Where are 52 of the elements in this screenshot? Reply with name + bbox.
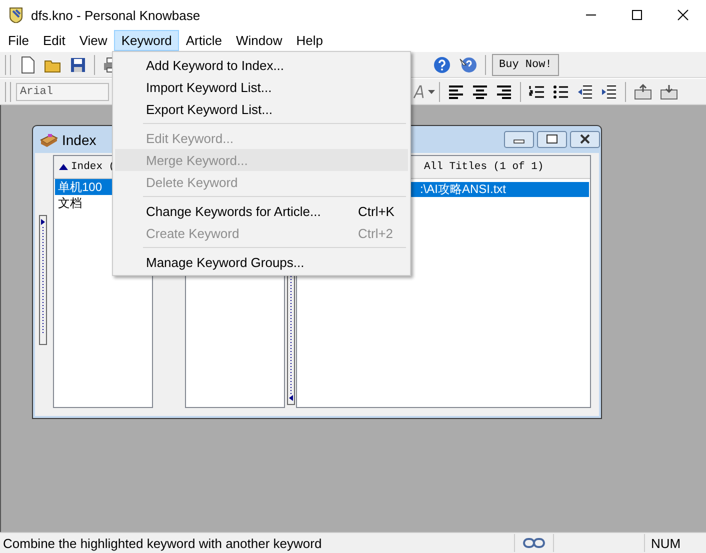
shortcut-label: Ctrl+K [358,204,394,218]
menu-item[interactable]: File [1,30,36,51]
export-icon[interactable] [660,84,678,100]
numbered-list-icon[interactable] [529,84,545,98]
menu-item[interactable]: Add Keyword to Index... [115,54,408,76]
menu-item-label: Change Keywords for Article... [146,204,321,218]
align-right-icon[interactable] [496,84,512,98]
close-icon[interactable] [570,131,600,148]
menu-item-label: Export Keyword List... [146,102,272,116]
menu-item-label: Create Keyword [146,226,240,240]
menu-item[interactable]: Import Keyword List... [115,76,408,98]
align-center-icon[interactable] [472,84,488,98]
menu-item-label: Import Keyword List... [146,80,272,94]
window-title: dfs.kno - Personal Knowbase [31,8,200,22]
menu-item-label: Manage Keyword Groups... [146,254,304,270]
menu-item[interactable]: Edit [36,30,72,51]
index-box-icon [40,132,58,148]
decrease-indent-icon[interactable] [577,84,593,98]
font-field[interactable]: Arial [16,82,109,100]
menu-item[interactable]: Article [178,30,230,51]
minimize-icon[interactable] [504,131,534,148]
restore-icon[interactable] [537,131,567,148]
splitter-handle[interactable] [39,215,47,345]
sort-up-icon [59,164,68,170]
link-icon [523,538,545,548]
context-help-icon[interactable] [459,56,477,74]
menu-item[interactable]: Keyword [114,30,179,51]
menu-item[interactable]: Export Keyword List... [115,98,408,120]
help-icon[interactable] [433,56,451,74]
caret-icon[interactable] [428,90,435,94]
menu-item[interactable]: Change Keywords for Article... Ctrl+K [115,200,408,222]
save-icon[interactable] [70,56,86,72]
increase-indent-icon[interactable] [601,84,617,98]
new-file-icon[interactable] [20,56,36,74]
maximize-icon[interactable] [631,9,643,21]
menu-item-label: Add Keyword to Index... [146,58,284,72]
close-icon[interactable] [677,9,689,21]
bullet-list-icon[interactable] [553,84,569,98]
menu-item[interactable]: Window [229,30,290,51]
status-indicator: NUM [650,536,682,550]
buy-now-button[interactable]: Buy Now! [492,54,559,76]
italic-letter-icon[interactable] [413,84,425,98]
menu-item[interactable]: Manage Keyword Groups... [115,251,408,273]
window-title: Index [62,132,96,148]
app-icon [8,7,24,23]
menu-item[interactable]: View [72,30,114,51]
import-icon[interactable] [634,84,652,100]
menu-item-label: Edit Keyword... [146,130,234,146]
align-left-icon[interactable] [448,84,464,98]
status-message: Combine the highlighted keyword with another keyword [3,536,322,550]
shortcut-label: Ctrl+2 [358,226,394,240]
menu-item[interactable]: Help [289,30,330,51]
